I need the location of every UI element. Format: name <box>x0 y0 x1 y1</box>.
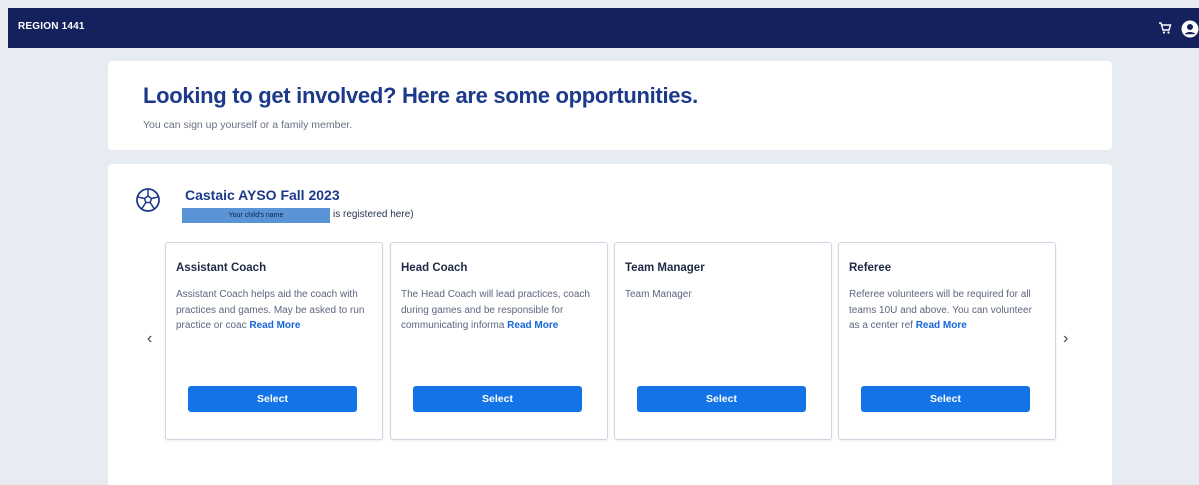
carousel-prev-button[interactable]: ‹ <box>147 330 152 348</box>
select-button[interactable]: Select <box>861 386 1030 412</box>
cart-icon[interactable] <box>1158 21 1172 35</box>
soccer-ball-icon <box>135 187 161 213</box>
role-description: Referee volunteers will be required for … <box>849 287 1045 334</box>
redacted-child-name: Your child's name <box>182 208 330 223</box>
role-description-text: Team Manager <box>625 289 692 300</box>
role-title: Referee <box>849 262 892 274</box>
role-description: The Head Coach will lead practices, coac… <box>401 287 597 334</box>
select-button[interactable]: Select <box>637 386 806 412</box>
role-card-head-coach: Head Coach The Head Coach will lead prac… <box>390 242 608 440</box>
page-title: Looking to get involved? Here are some o… <box>143 83 698 108</box>
role-description: Team Manager <box>625 287 821 303</box>
select-button[interactable]: Select <box>413 386 582 412</box>
role-title: Head Coach <box>401 262 468 274</box>
program-card: Castaic AYSO Fall 2023 Your child's name… <box>108 164 1112 485</box>
account-icon[interactable] <box>1181 20 1199 38</box>
role-title: Assistant Coach <box>176 262 267 274</box>
read-more-link[interactable]: Read More <box>249 320 300 331</box>
role-description-text: The Head Coach will lead practices, coac… <box>401 289 590 331</box>
page-subtitle: You can sign up yourself or a family mem… <box>143 119 353 131</box>
program-title: Castaic AYSO Fall 2023 <box>185 187 340 203</box>
role-description: Assistant Coach helps aid the coach with… <box>176 287 372 334</box>
region-brand[interactable]: REGION 1441 <box>18 21 85 32</box>
top-navbar: REGION 1441 <box>8 8 1199 48</box>
role-card-assistant-coach: Assistant Coach Assistant Coach helps ai… <box>165 242 383 440</box>
role-card-team-manager: Team Manager Team Manager Select <box>614 242 832 440</box>
registered-note: is registered here) <box>333 209 414 220</box>
carousel-next-button[interactable]: › <box>1063 330 1068 348</box>
read-more-link[interactable]: Read More <box>916 320 967 331</box>
role-title: Team Manager <box>625 262 705 274</box>
role-card-referee: Referee Referee volunteers will be requi… <box>838 242 1056 440</box>
intro-card: Looking to get involved? Here are some o… <box>108 61 1112 150</box>
select-button[interactable]: Select <box>188 386 357 412</box>
read-more-link[interactable]: Read More <box>507 320 558 331</box>
